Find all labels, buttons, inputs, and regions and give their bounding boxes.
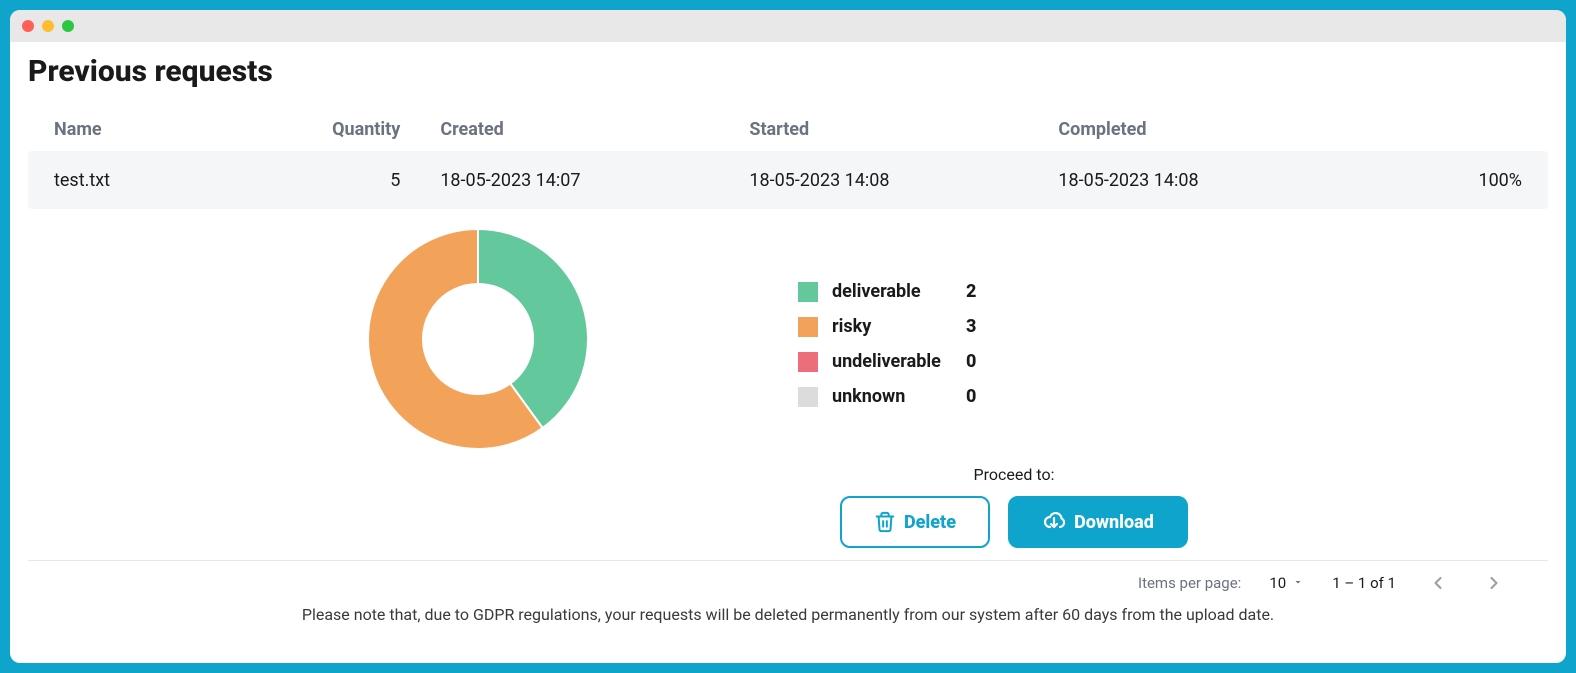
page-size-select[interactable]: 10 xyxy=(1269,574,1304,592)
table-row[interactable]: test.txt 5 18-05-2023 14:07 18-05-2023 1… xyxy=(28,151,1548,209)
window-minimize-button[interactable] xyxy=(42,20,54,32)
cloud-download-icon xyxy=(1042,510,1066,534)
donut-chart xyxy=(358,219,598,459)
legend-item-unknown: unknown 0 xyxy=(798,386,976,407)
delete-button[interactable]: Delete xyxy=(840,496,990,548)
download-button-label: Download xyxy=(1074,512,1154,533)
row-detail-panel: deliverable 2 risky 3 undeliverable 0 unknown 0 xyxy=(28,219,1548,459)
divider xyxy=(28,560,1548,561)
table-header-created: Created xyxy=(440,119,749,140)
legend-item-risky: risky 3 xyxy=(798,316,976,337)
content-area: Previous requests Name Quantity Created … xyxy=(10,42,1566,663)
table-header-started: Started xyxy=(749,119,1058,140)
legend-label: unknown xyxy=(832,386,952,407)
items-per-page-label: Items per page: xyxy=(1138,574,1241,592)
window-titlebar xyxy=(10,10,1566,42)
window-close-button[interactable] xyxy=(22,20,34,32)
page-size-value: 10 xyxy=(1269,574,1286,592)
legend-swatch xyxy=(798,387,818,407)
cell-created: 18-05-2023 14:07 xyxy=(440,170,749,191)
next-page-button[interactable] xyxy=(1480,569,1508,597)
cell-progress: 100% xyxy=(1367,170,1522,191)
dropdown-arrow-icon xyxy=(1292,574,1304,592)
legend-label: risky xyxy=(832,316,952,337)
previous-page-button[interactable] xyxy=(1424,569,1452,597)
legend-item-deliverable: deliverable 2 xyxy=(798,281,976,302)
legend-swatch xyxy=(798,352,818,372)
page-title: Previous requests xyxy=(28,54,1548,89)
download-button[interactable]: Download xyxy=(1008,496,1188,548)
legend-value: 0 xyxy=(966,351,976,372)
cell-started: 18-05-2023 14:08 xyxy=(749,170,1058,191)
gdpr-notice: Please note that, due to GDPR regulation… xyxy=(28,605,1548,624)
legend-value: 0 xyxy=(966,386,976,407)
cell-name: test.txt xyxy=(54,170,286,191)
page-range: 1 – 1 of 1 xyxy=(1332,574,1396,592)
table-header-quantity: Quantity xyxy=(286,119,441,140)
action-buttons: Delete Download xyxy=(840,496,1188,548)
trash-icon xyxy=(874,511,896,533)
legend-item-undeliverable: undeliverable 0 xyxy=(798,351,976,372)
table-header-name: Name xyxy=(54,119,286,140)
window-zoom-button[interactable] xyxy=(62,20,74,32)
legend-label: undeliverable xyxy=(832,351,952,372)
legend-swatch xyxy=(798,317,818,337)
table-header-row: Name Quantity Created Started Completed xyxy=(28,107,1548,151)
cell-completed: 18-05-2023 14:08 xyxy=(1058,170,1367,191)
legend-value: 2 xyxy=(966,281,976,302)
table-header-completed: Completed xyxy=(1058,119,1367,140)
delete-button-label: Delete xyxy=(904,512,956,533)
cell-quantity: 5 xyxy=(286,170,441,191)
legend-swatch xyxy=(798,282,818,302)
pagination-bar: Items per page: 10 1 – 1 of 1 xyxy=(28,569,1548,597)
legend-label: deliverable xyxy=(832,281,952,302)
chart-legend: deliverable 2 risky 3 undeliverable 0 unknown 0 xyxy=(798,219,976,459)
actions-section: Proceed to: Delete xyxy=(840,465,1188,548)
legend-value: 3 xyxy=(966,316,976,337)
proceed-to-label: Proceed to: xyxy=(974,465,1055,484)
app-window: Previous requests Name Quantity Created … xyxy=(10,10,1566,663)
